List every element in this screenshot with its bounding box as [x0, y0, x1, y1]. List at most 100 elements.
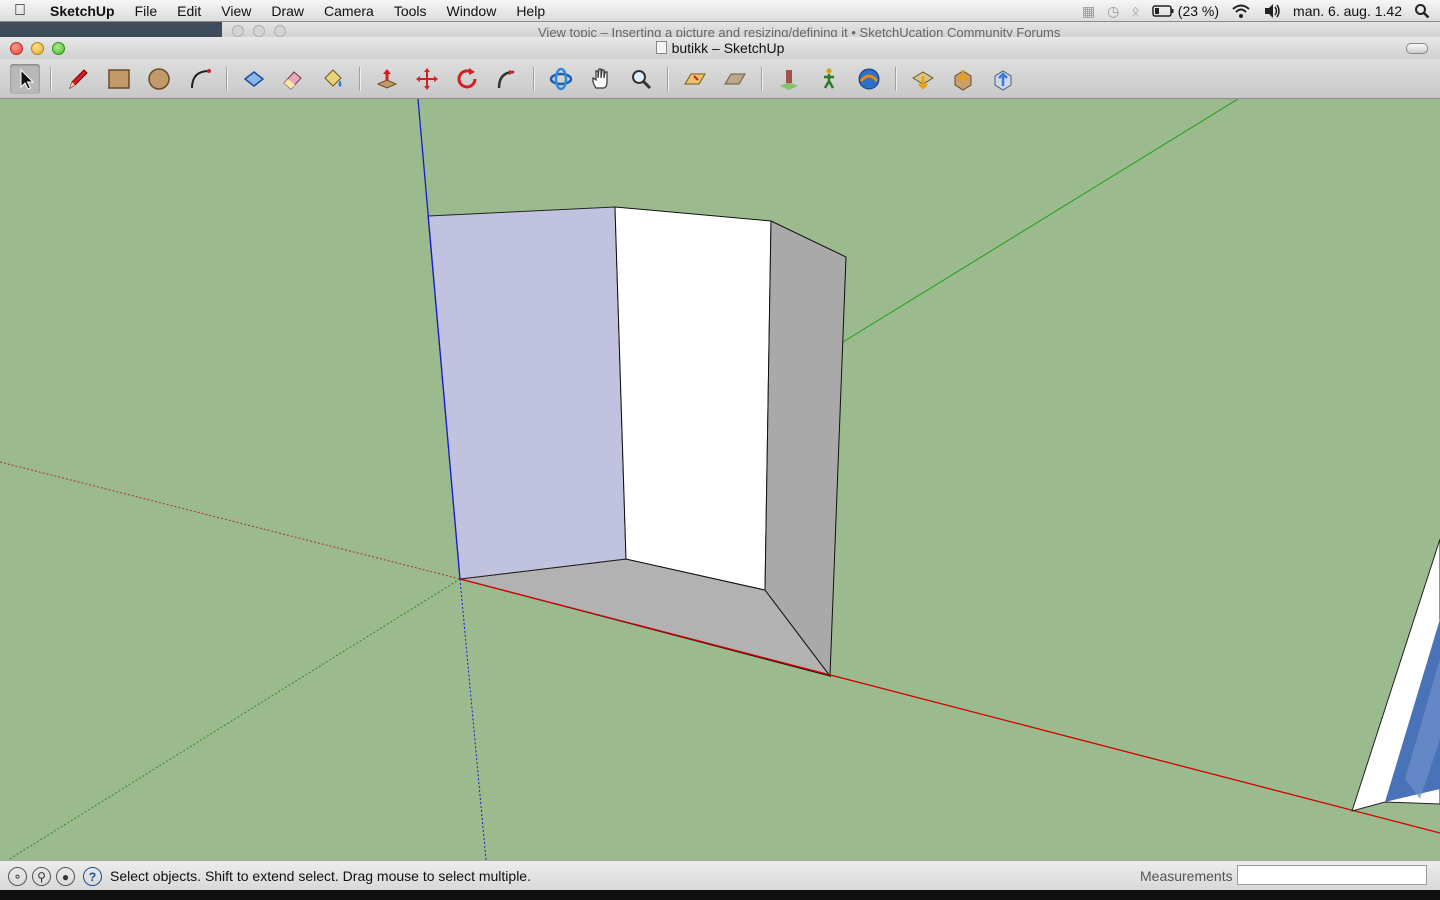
- zoom-icon: [632, 70, 652, 90]
- share-model-icon: [994, 70, 1012, 91]
- window-title-text: butikk – SketchUp: [671, 40, 785, 56]
- paint-bucket-button[interactable]: [318, 64, 348, 94]
- credits-icon[interactable]: ⚲: [32, 867, 51, 886]
- bg-close-icon[interactable]: [232, 25, 244, 37]
- clock[interactable]: man. 6. aug. 1.42: [1293, 3, 1402, 19]
- line-tool-button[interactable]: [63, 64, 93, 94]
- follow-me-button[interactable]: [492, 64, 522, 94]
- circle-icon: [148, 68, 170, 90]
- get-models-button[interactable]: [948, 64, 978, 94]
- move-icon: [416, 68, 438, 90]
- left-wall-face[interactable]: [427, 206, 627, 580]
- zoom-extents-icon: [684, 73, 706, 85]
- toolbar-separator: [761, 67, 763, 91]
- menu-bar:  SketchUp File Edit View Draw Camera To…: [0, 0, 1440, 22]
- red-axis: [459, 578, 1440, 834]
- document-icon: [655, 41, 667, 54]
- position-camera-button[interactable]: [774, 64, 804, 94]
- menu-file[interactable]: File: [125, 0, 168, 22]
- arc-icon: [191, 69, 211, 89]
- main-toolbar: [0, 59, 1440, 99]
- spotlight-search-icon[interactable]: [1414, 3, 1430, 19]
- toolbar-separator: [50, 67, 52, 91]
- look-around-button[interactable]: [854, 64, 884, 94]
- bg-minimize-icon[interactable]: [253, 25, 265, 37]
- apple-icon[interactable]: : [0, 2, 40, 20]
- spaces-icon[interactable]: ▦: [1082, 3, 1095, 20]
- model-scene[interactable]: [0, 99, 1440, 860]
- license-icon[interactable]: ●: [56, 867, 75, 886]
- make-component-button[interactable]: [239, 64, 269, 94]
- bluetooth-icon[interactable]: ᛟ: [1131, 3, 1139, 19]
- battery-icon: [1152, 5, 1174, 17]
- previous-view-button[interactable]: [720, 64, 750, 94]
- eraser-tool-button[interactable]: [278, 64, 308, 94]
- measurements-input[interactable]: [1237, 865, 1427, 885]
- menu-window[interactable]: Window: [437, 0, 507, 22]
- green-axis-negative: [7, 578, 461, 860]
- menu-draw[interactable]: Draw: [261, 0, 314, 22]
- walk-tool-button[interactable]: [814, 64, 844, 94]
- middle-wall-face[interactable]: [614, 206, 772, 591]
- pan-hand-icon: [592, 68, 608, 89]
- menu-tools[interactable]: Tools: [384, 0, 437, 22]
- walk-icon: [823, 68, 835, 89]
- status-bar: ⚬ ⚲ ● ? Select objects. Shift to extend …: [0, 860, 1440, 890]
- rectangle-icon: [108, 69, 130, 89]
- help-icon[interactable]: ?: [83, 867, 102, 886]
- follow-me-icon: [497, 70, 515, 89]
- pan-tool-button[interactable]: [586, 64, 616, 94]
- menu-extras: ▦ ◷ ᛟ (23 %) man. 6. aug. 1.42: [1082, 0, 1440, 22]
- rotate-icon: [457, 68, 477, 89]
- window-title: butikk – SketchUp: [0, 40, 1440, 56]
- toolbar-separator: [895, 67, 897, 91]
- window-titlebar[interactable]: butikk – SketchUp: [0, 37, 1440, 59]
- select-tool-button[interactable]: [10, 64, 40, 94]
- pencil-icon: [69, 69, 88, 90]
- position-camera-icon: [780, 70, 798, 90]
- toolbar-separator: [533, 67, 535, 91]
- orbit-icon: [549, 67, 573, 91]
- battery-percent: (23 %): [1177, 3, 1220, 19]
- get-models-icon: [954, 70, 972, 91]
- push-pull-icon: [376, 69, 398, 89]
- red-axis-negative: [0, 461, 461, 580]
- toolbar-separator: [359, 67, 361, 91]
- push-pull-button[interactable]: [372, 64, 402, 94]
- arc-tool-button[interactable]: [185, 64, 215, 94]
- geo-location-icon[interactable]: ⚬: [8, 867, 27, 886]
- circle-tool-button[interactable]: [144, 64, 174, 94]
- zoom-extents-button[interactable]: [680, 64, 710, 94]
- battery-status[interactable]: (23 %): [1152, 3, 1219, 19]
- status-message: Select objects. Shift to extend select. …: [110, 868, 531, 884]
- component-icon: [243, 71, 265, 87]
- orbit-tool-button[interactable]: [546, 64, 576, 94]
- toolbar-separator: [226, 67, 228, 91]
- modeling-viewport[interactable]: [0, 99, 1440, 860]
- menu-view[interactable]: View: [211, 0, 261, 22]
- screen-bottom-edge: [0, 890, 1440, 900]
- blue-axis-negative: [459, 578, 487, 860]
- menu-edit[interactable]: Edit: [167, 0, 211, 22]
- eraser-icon: [283, 71, 302, 90]
- add-location-button[interactable]: [908, 64, 938, 94]
- move-tool-button[interactable]: [412, 64, 442, 94]
- previous-view-icon: [724, 73, 746, 85]
- menu-help[interactable]: Help: [506, 0, 555, 22]
- add-location-icon: [912, 71, 934, 90]
- share-model-button[interactable]: [988, 64, 1018, 94]
- menu-app-sketchup[interactable]: SketchUp: [40, 0, 125, 22]
- menu-camera[interactable]: Camera: [314, 0, 384, 22]
- zoom-tool-button[interactable]: [626, 64, 656, 94]
- wifi-icon[interactable]: [1231, 3, 1251, 19]
- select-arrow-icon: [20, 68, 35, 90]
- toolbar-separator: [667, 67, 669, 91]
- measurements-label: Measurements: [1140, 868, 1233, 884]
- bg-zoom-icon[interactable]: [274, 25, 286, 37]
- green-axis: [842, 99, 1239, 343]
- volume-icon[interactable]: [1263, 3, 1281, 19]
- toolbar-toggle-button[interactable]: [1406, 43, 1428, 54]
- time-machine-icon[interactable]: ◷: [1107, 3, 1119, 20]
- rectangle-tool-button[interactable]: [104, 64, 134, 94]
- rotate-tool-button[interactable]: [452, 64, 482, 94]
